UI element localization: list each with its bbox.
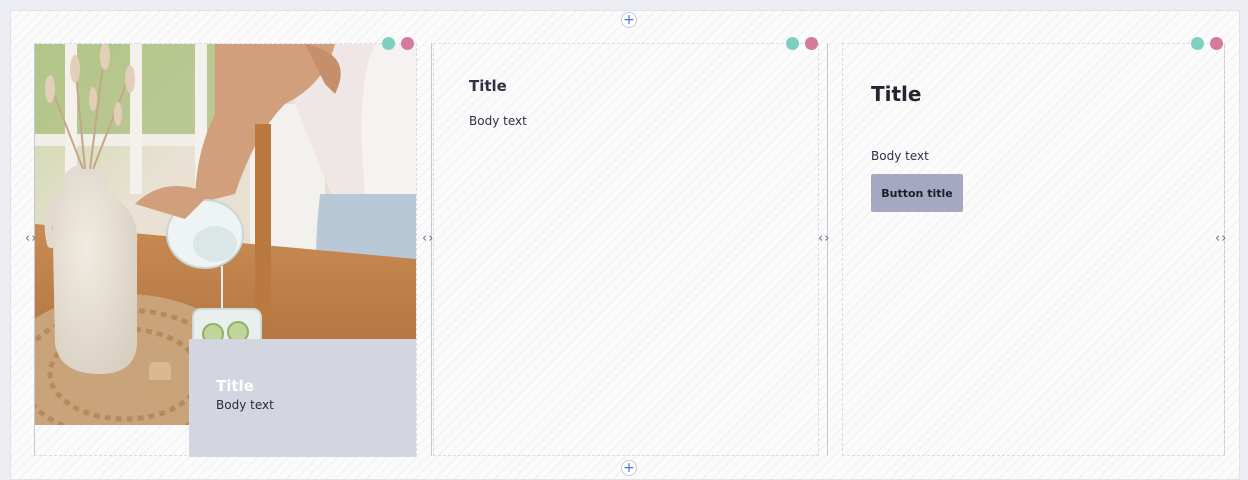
column-1[interactable]: Title Body text [34,37,417,457]
column-2-pink-dot[interactable] [805,37,818,50]
column-2-title: Title [469,77,507,95]
column-2[interactable]: Title Body text [433,37,819,456]
column-3-pink-dot[interactable] [1210,37,1223,50]
column-2-body: Body text [469,114,527,128]
column-3-resize-arrows-icon[interactable]: ‹› [818,232,830,246]
column-1-teal-dot[interactable] [382,37,395,50]
column-3-body: Body text [871,149,929,163]
column-2-teal-dot[interactable] [786,37,799,50]
column-1-pink-dot[interactable] [401,37,414,50]
layout-canvas: + Title Body text Title Body text Title … [10,10,1240,480]
column-1-resize-arrows-icon[interactable]: ‹› [25,232,37,246]
column-3-teal-dot[interactable] [1191,37,1204,50]
column-divider-2 [827,43,828,456]
column-1-text-overlay: Title Body text [189,339,416,457]
column-3[interactable]: Title Body text Button title [842,37,1225,456]
column-1-body: Body text [216,398,274,412]
column-1-title: Title [216,377,254,395]
column-3-title: Title [871,82,922,106]
column-4-resize-arrows-icon[interactable]: ‹› [1215,232,1227,246]
column-2-resize-arrows-icon[interactable]: ‹› [422,232,434,246]
add-section-top-button[interactable]: + [621,12,637,28]
add-section-bottom-button[interactable]: + [621,460,637,476]
column-3-button[interactable]: Button title [871,174,963,212]
column-divider-1 [431,43,432,456]
